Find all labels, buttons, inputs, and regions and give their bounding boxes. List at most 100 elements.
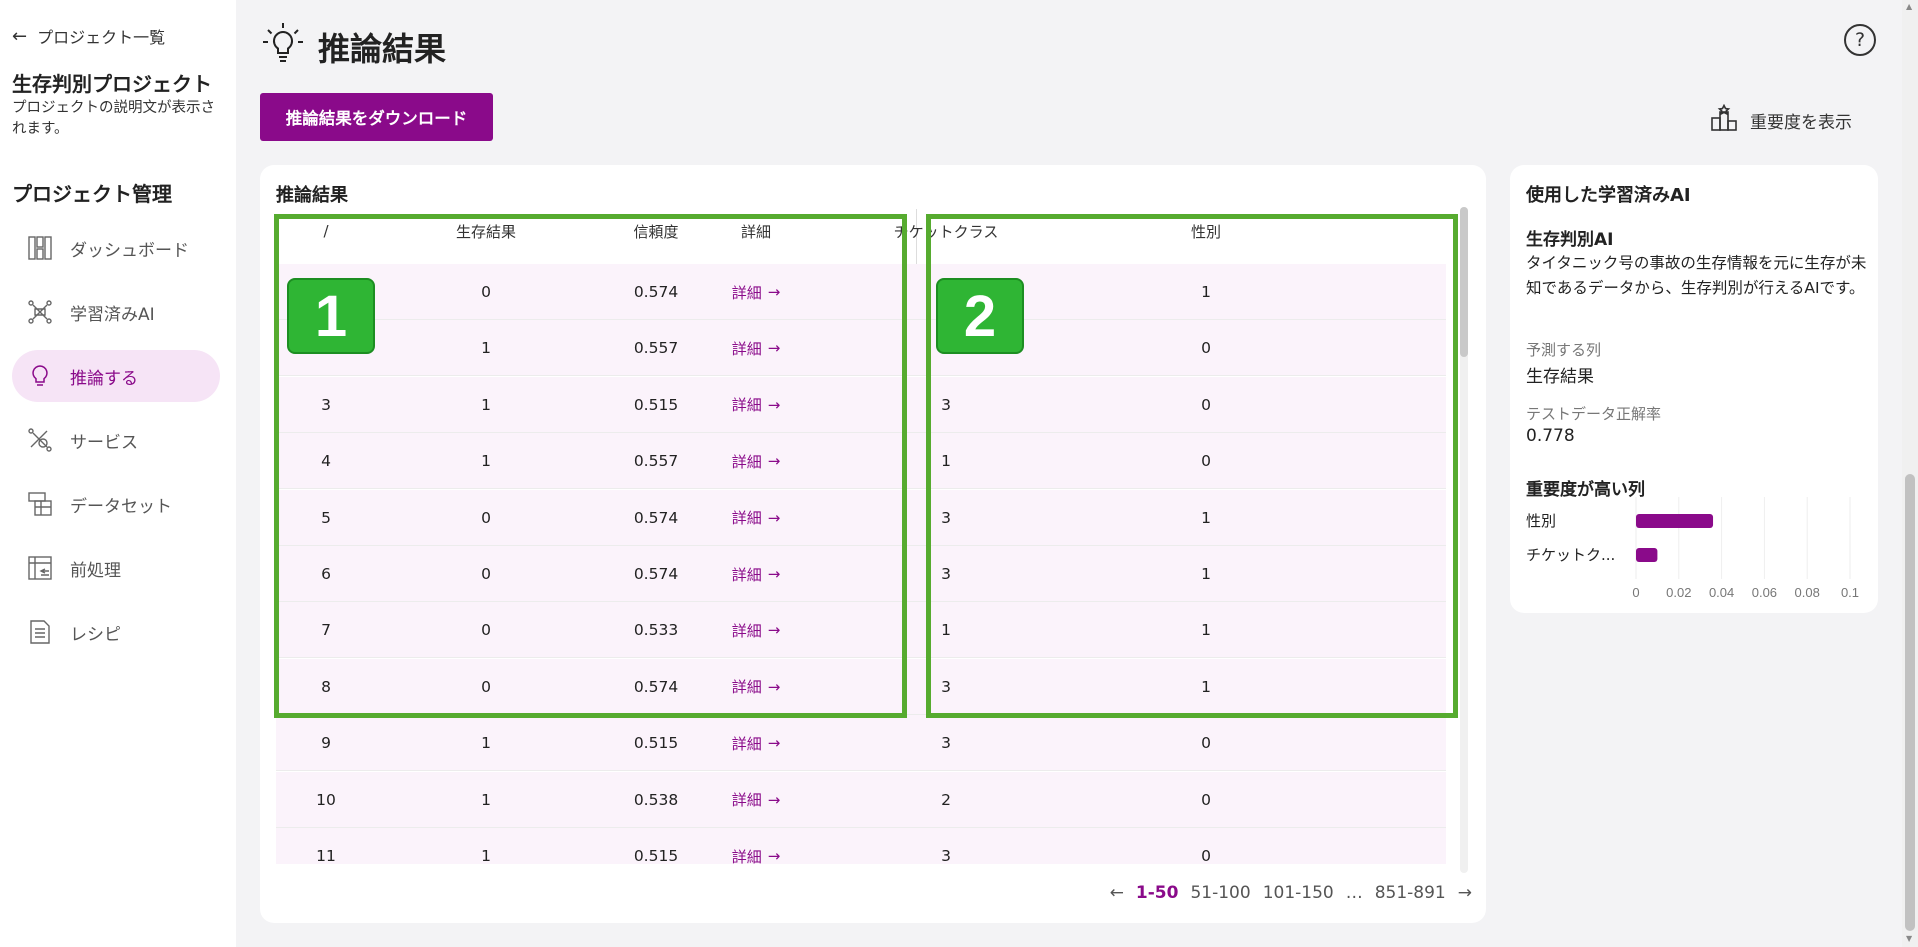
- cell-id: 10: [316, 790, 336, 809]
- cell-id: 9: [321, 734, 331, 753]
- detail-link[interactable]: 詳細 →: [732, 789, 781, 810]
- detail-link-label: 詳細: [731, 734, 762, 753]
- chart-tick-label: 0.06: [1752, 585, 1777, 600]
- annotation-badge-2: 2: [936, 278, 1024, 354]
- cell-sex: 0: [1201, 847, 1211, 864]
- sidebar-item-1[interactable]: ダッシュボード: [12, 222, 220, 274]
- arrow-right-icon: →: [767, 847, 781, 864]
- chart-bar: [1636, 548, 1658, 562]
- accuracy-value: 0.778: [1526, 426, 1575, 446]
- show-importance-label: 重要度を表示: [1750, 113, 1852, 133]
- page-link[interactable]: 51-100: [1190, 883, 1250, 903]
- page-scrollbar[interactable]: ▲ ▼: [1902, 0, 1918, 947]
- chart-tick-label: 0.1: [1841, 585, 1859, 600]
- next-page-icon[interactable]: →: [1458, 883, 1472, 903]
- table-scrollbar[interactable]: [1460, 207, 1468, 873]
- cell-detail: 詳細 →: [696, 715, 816, 771]
- detail-link[interactable]: 詳細 →: [731, 846, 781, 865]
- detail-link-label: 詳細: [731, 847, 762, 865]
- sidebar-item-label: 学習済みAI: [70, 304, 155, 325]
- service-icon: [26, 426, 54, 454]
- help-icon: ?: [1854, 29, 1866, 51]
- lightbulb-icon: [260, 20, 306, 74]
- sidebar-item-label: 推論する: [70, 368, 138, 389]
- pagination: ← 1-50 51-100 101-150 … 851-891 →: [1110, 883, 1472, 903]
- detail-link[interactable]: 詳細 →: [732, 733, 781, 754]
- annotation-badge-1: 1: [287, 278, 375, 354]
- sidebar-item-3[interactable]: 推論する: [12, 350, 220, 402]
- cell-pclass: 3: [941, 847, 951, 864]
- cell-pclass: 2: [941, 790, 951, 809]
- sidebar-nav: ダッシュボード 学習済みAI 推論するサービスデータセット 前処理レシピ: [12, 222, 220, 670]
- table-row[interactable]: 9 1 0.515 詳細 → 3 0: [276, 715, 1446, 772]
- importance-chart: 0 0.02 0.04 0.06 0.08 0.1 性別チケットク...: [1526, 497, 1859, 600]
- sidebar-item-label: ダッシュボード: [70, 240, 189, 261]
- cell-sex: 0: [1201, 734, 1211, 753]
- page-title: 推論結果: [318, 30, 447, 68]
- detail-link-label: 詳細: [731, 791, 762, 810]
- model-name: 生存判別AI: [1526, 230, 1614, 250]
- cell-id: 11: [316, 847, 336, 864]
- scroll-up-icon[interactable]: ▲: [1906, 2, 1912, 11]
- page-link[interactable]: 101-150: [1263, 883, 1334, 903]
- show-importance-button[interactable]: 重要度を表示: [1710, 103, 1852, 137]
- chart-tick-label: 0.04: [1709, 585, 1734, 600]
- cell-confidence: 0.538: [633, 790, 679, 809]
- chart-tick-label: 0: [1632, 585, 1639, 600]
- page-link[interactable]: 851-891: [1375, 883, 1446, 903]
- sidebar: ← プロジェクト一覧 生存判別プロジェクト プロジェクトの説明文が表示されます。…: [0, 0, 236, 947]
- recipe-icon: [26, 618, 54, 646]
- page-link[interactable]: 1-50: [1136, 883, 1179, 903]
- sidebar-item-label: サービス: [70, 432, 138, 453]
- sidebar-item-label: 前処理: [70, 560, 121, 581]
- section-title: プロジェクト管理: [12, 182, 172, 206]
- back-label: プロジェクト一覧: [37, 28, 166, 47]
- trained-ai-icon: [26, 298, 54, 326]
- download-results-button[interactable]: 推論結果をダウンロード: [260, 93, 493, 141]
- chart-tick-label: 0.08: [1795, 585, 1820, 600]
- chart-bar: [1636, 514, 1714, 528]
- table-row[interactable]: 11 1 0.515 詳細 → 3 0: [276, 828, 1446, 864]
- dashboard-icon: [26, 234, 54, 262]
- page-ellipsis: …: [1345, 883, 1363, 903]
- dataset-icon: [26, 490, 54, 518]
- model-card-title: 使用した学習済みAI: [1526, 185, 1691, 206]
- cell-survived: 1: [481, 847, 491, 864]
- sidebar-item-5[interactable]: データセット: [12, 478, 220, 530]
- arrow-right-icon: →: [767, 734, 781, 753]
- arrow-left-icon: ←: [12, 25, 28, 47]
- target-column-label: 予測する列: [1526, 341, 1602, 359]
- page-scroll-thumb[interactable]: [1905, 474, 1915, 931]
- sidebar-item-7[interactable]: レシピ: [12, 606, 220, 658]
- project-description: プロジェクトの説明文が表示されます。: [12, 100, 215, 137]
- back-to-projects-link[interactable]: ← プロジェクト一覧: [12, 24, 165, 48]
- project-title: 生存判別プロジェクト: [12, 72, 212, 96]
- prev-page-icon[interactable]: ←: [1110, 883, 1124, 903]
- scroll-down-icon[interactable]: ▼: [1906, 934, 1912, 943]
- cell-survived: 1: [481, 734, 491, 753]
- table-row[interactable]: 10 1 0.538 詳細 → 2 0: [276, 771, 1446, 828]
- model-card: 使用した学習済みAI 生存判別AI タイタニック号の事故の生存情報を元に生存が未…: [1510, 165, 1878, 613]
- sidebar-item-6[interactable]: 前処理: [12, 542, 220, 594]
- chart-category-label: 性別: [1526, 512, 1556, 530]
- podium-icon: [1710, 103, 1738, 137]
- cell-sex: 0: [1201, 790, 1211, 809]
- cell-confidence: 0.515: [633, 847, 679, 864]
- cell-confidence: 0.515: [633, 734, 679, 753]
- table-scroll-thumb[interactable]: [1460, 207, 1468, 357]
- cell-pclass: 3: [941, 734, 951, 753]
- chart-tick-label: 0.02: [1666, 585, 1691, 600]
- cell-survived: 1: [481, 790, 491, 809]
- cell-detail: 詳細 →: [696, 828, 816, 864]
- cell-detail: 詳細 →: [696, 772, 816, 828]
- sidebar-item-2[interactable]: 学習済みAI: [12, 286, 220, 338]
- sidebar-item-label: データセット: [70, 496, 172, 517]
- help-button[interactable]: ?: [1844, 24, 1876, 56]
- results-card-title: 推論結果: [276, 185, 348, 206]
- chart-category-label: チケットク...: [1526, 546, 1615, 564]
- arrow-right-icon: →: [767, 790, 781, 809]
- lightbulb-icon: [26, 362, 54, 390]
- page-header: 推論結果: [260, 20, 446, 74]
- preprocess-icon: [26, 554, 54, 582]
- sidebar-item-4[interactable]: サービス: [12, 414, 220, 466]
